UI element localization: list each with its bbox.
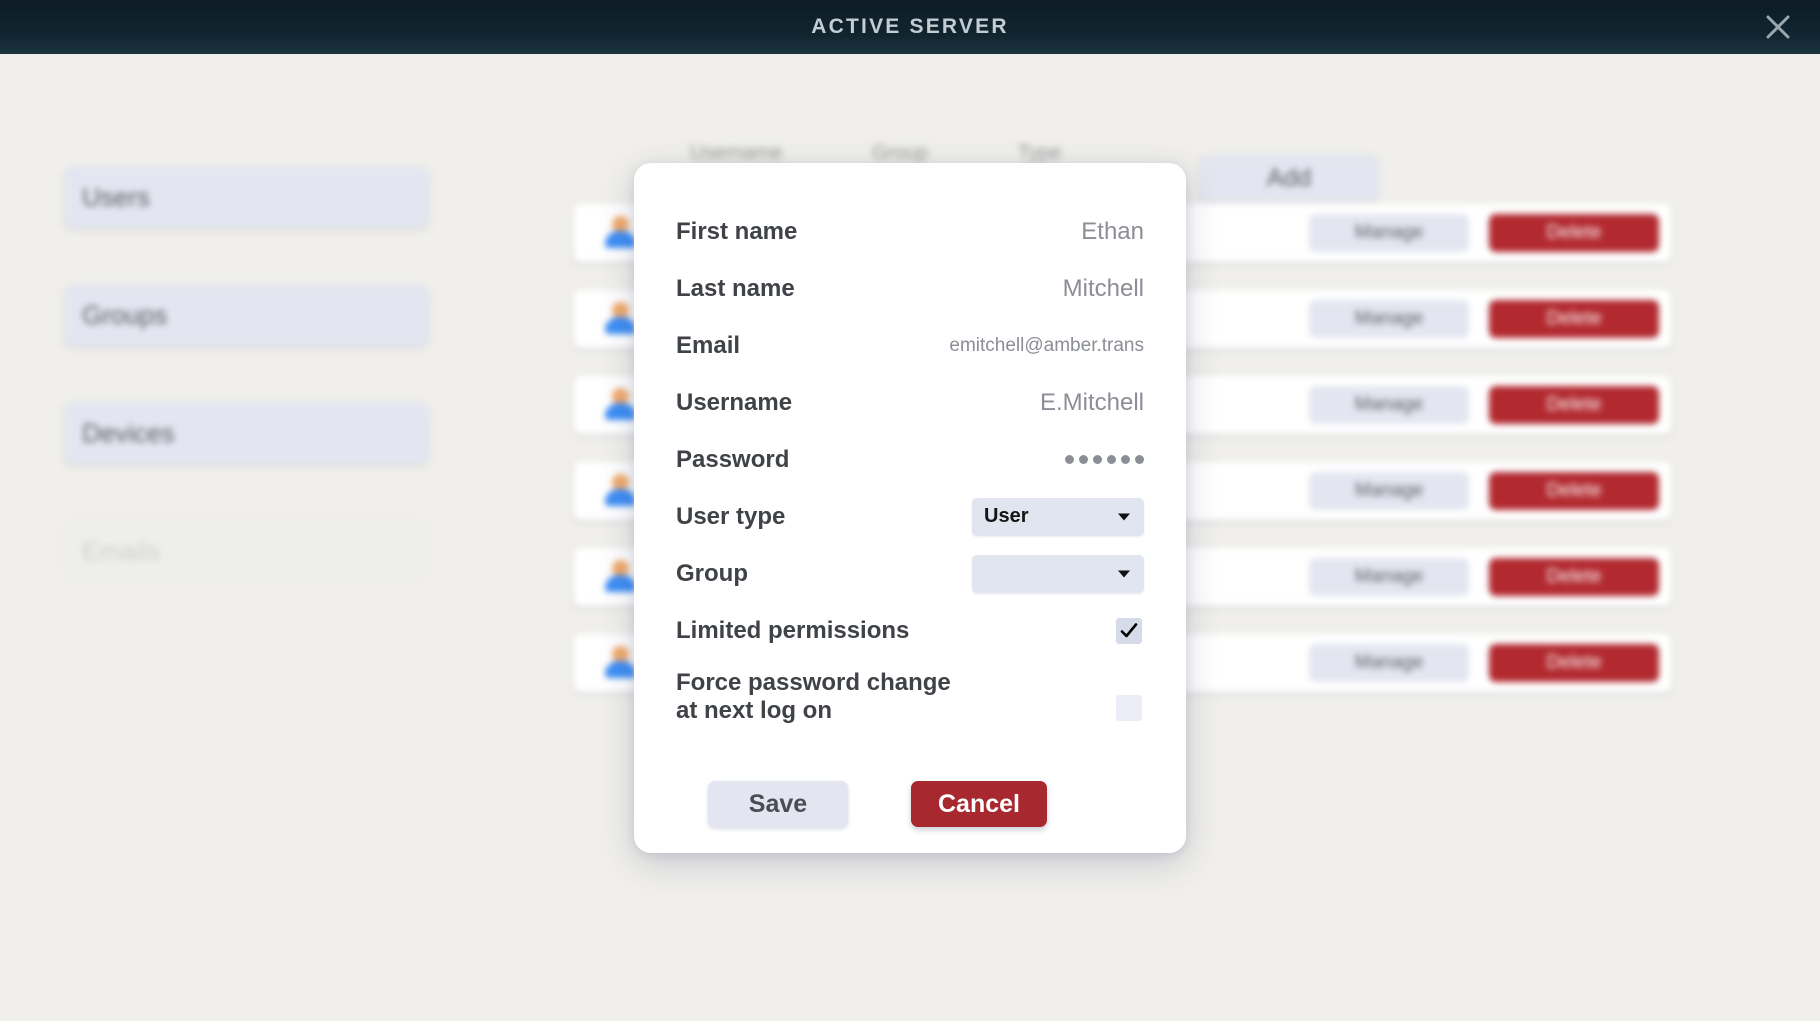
first-name-label: First name: [676, 218, 1081, 246]
delete-button[interactable]: Delete: [1489, 214, 1659, 252]
manage-button[interactable]: Manage: [1309, 300, 1469, 338]
username-label: Username: [676, 389, 1040, 417]
sidebar-item-label: Emails: [82, 536, 160, 567]
force-password-change-checkbox[interactable]: [1116, 695, 1142, 721]
field-email: Email emitchell@amber.trans: [676, 317, 1144, 374]
sidebar-item-label: Groups: [82, 300, 167, 331]
force-password-change-label: Force password change at next log on: [676, 669, 1116, 724]
last-name-field[interactable]: Mitchell: [1063, 275, 1144, 303]
delete-button[interactable]: Delete: [1489, 472, 1659, 510]
field-password: Password: [676, 431, 1144, 488]
sidebar-item-label: Devices: [82, 418, 174, 449]
user-type-select[interactable]: User: [972, 498, 1144, 536]
email-label: Email: [676, 332, 949, 360]
password-label: Password: [676, 446, 1065, 474]
sidebar-item-devices[interactable]: Devices: [64, 402, 429, 464]
manage-button[interactable]: Manage: [1309, 558, 1469, 596]
delete-button[interactable]: Delete: [1489, 644, 1659, 682]
user-type-label: User type: [676, 503, 972, 531]
manage-button[interactable]: Manage: [1309, 644, 1469, 682]
column-header-type: Type: [1018, 142, 1061, 165]
field-first-name: First name Ethan: [676, 203, 1144, 260]
sidebar: Users Groups Devices Emails: [64, 166, 429, 638]
field-username: Username E.Mitchell: [676, 374, 1144, 431]
sidebar-item-users[interactable]: Users: [64, 166, 429, 228]
limited-permissions-label: Limited permissions: [676, 617, 1116, 645]
page-title: ACTIVE SERVER: [811, 15, 1008, 39]
username-field[interactable]: E.Mitchell: [1040, 389, 1144, 417]
last-name-label: Last name: [676, 275, 1063, 303]
limited-permissions-checkbox[interactable]: [1116, 618, 1142, 644]
delete-button[interactable]: Delete: [1489, 386, 1659, 424]
delete-button[interactable]: Delete: [1489, 558, 1659, 596]
chevron-down-icon: [1118, 513, 1130, 520]
password-field[interactable]: [1065, 455, 1144, 464]
group-label: Group: [676, 560, 972, 588]
table-column-headers: Username Group Type: [690, 142, 1250, 165]
cancel-button[interactable]: Cancel: [911, 781, 1047, 827]
chevron-down-icon: [1118, 570, 1130, 577]
check-icon: [1119, 621, 1139, 641]
titlebar: ACTIVE SERVER: [0, 0, 1820, 54]
force-password-change-label-line2: at next log on: [676, 697, 1116, 725]
column-header-group: Group: [872, 142, 928, 165]
field-force-password-change: Force password change at next log on: [676, 659, 1144, 745]
sidebar-item-groups[interactable]: Groups: [64, 284, 429, 346]
first-name-field[interactable]: Ethan: [1081, 218, 1144, 246]
add-button-label: Add: [1267, 164, 1311, 193]
manage-button[interactable]: Manage: [1309, 472, 1469, 510]
field-user-type: User type User: [676, 488, 1144, 545]
dialog-actions: Save Cancel: [676, 781, 1144, 827]
delete-button[interactable]: Delete: [1489, 300, 1659, 338]
add-user-button[interactable]: Add: [1199, 155, 1379, 201]
user-type-value: User: [984, 505, 1028, 528]
manage-button[interactable]: Manage: [1309, 386, 1469, 424]
app-root: ACTIVE SERVER Users Groups Devices Email…: [0, 0, 1820, 1021]
save-button[interactable]: Save: [708, 781, 848, 827]
force-password-change-label-line1: Force password change: [676, 669, 1116, 697]
sidebar-item-label: Users: [82, 182, 150, 213]
group-select[interactable]: [972, 555, 1144, 593]
field-group: Group: [676, 545, 1144, 602]
manage-button[interactable]: Manage: [1309, 214, 1469, 252]
sidebar-item-emails[interactable]: Emails: [64, 520, 429, 582]
field-last-name: Last name Mitchell: [676, 260, 1144, 317]
email-field[interactable]: emitchell@amber.trans: [949, 335, 1144, 357]
column-header-username: Username: [690, 142, 782, 165]
edit-user-dialog: First name Ethan Last name Mitchell Emai…: [634, 163, 1186, 853]
field-limited-permissions: Limited permissions: [676, 602, 1144, 659]
close-icon[interactable]: [1758, 7, 1798, 47]
